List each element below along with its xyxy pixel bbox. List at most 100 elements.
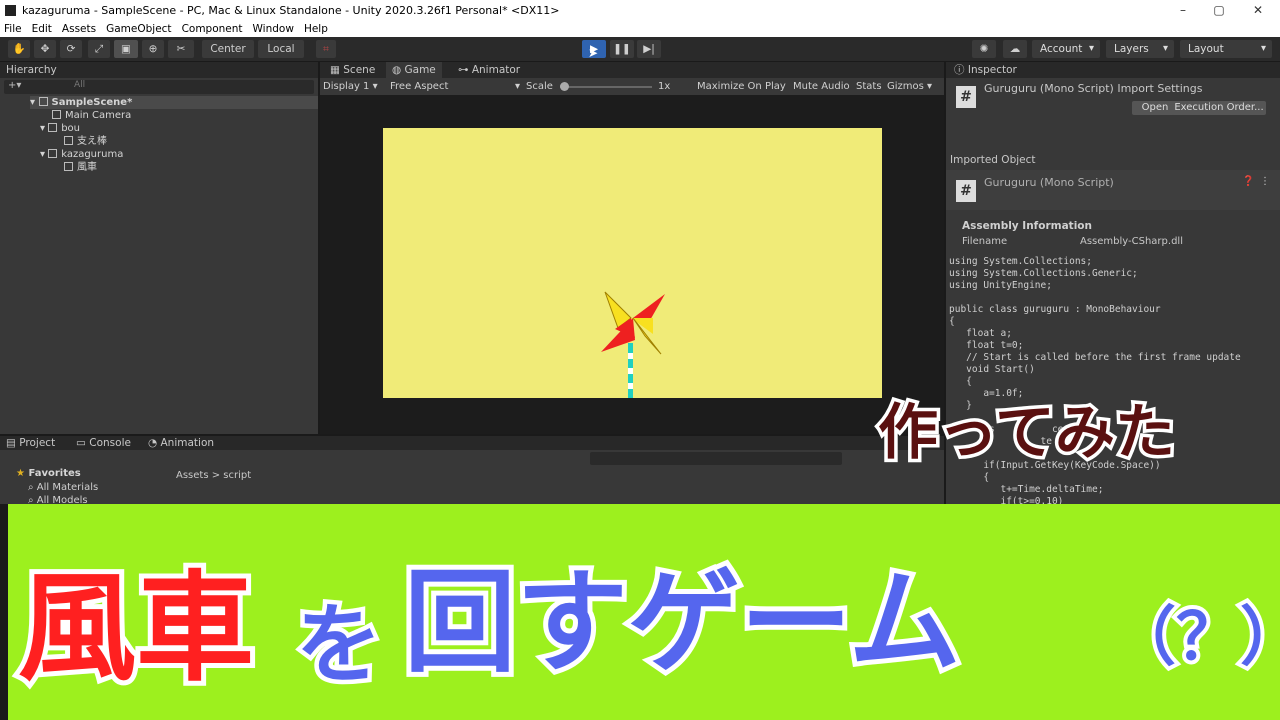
grid-snap-icon[interactable]: ⌗ [316, 40, 336, 58]
rotate-tool-icon[interactable]: ⟳ [60, 40, 82, 58]
view-tabs: ▦ Scene ◍ Game ⊶ Animator [320, 62, 944, 78]
tab-scene[interactable]: ▦ Scene [324, 62, 381, 78]
caption-wo: を [292, 591, 387, 700]
transform-tool-icon[interactable]: ⊕ [142, 40, 164, 58]
gizmos-dropdown[interactable]: Gizmos ▾ [887, 78, 932, 95]
maximize-on-play-toggle[interactable]: Maximize On Play [697, 78, 786, 95]
menu-window[interactable]: Window [253, 23, 294, 35]
hierarchy-item-bou[interactable]: ▾ bou [40, 122, 80, 135]
gizmos-label: Gizmos [887, 81, 924, 92]
code-line: void Start() [949, 364, 1035, 375]
hierarchy-title: Hierarchy [6, 64, 57, 76]
custom-tool-icon[interactable]: ✂ [168, 40, 194, 58]
title-banner: 風車 を 回すゲーム （？） [8, 504, 1280, 720]
import-settings-title: Guruguru (Mono Script) Import Settings [984, 82, 1203, 95]
code-line: { [949, 316, 955, 327]
menu-bar: File Edit Assets GameObject Component Wi… [0, 20, 1280, 37]
account-dropdown[interactable]: Account [1032, 40, 1100, 58]
code-line: { [949, 472, 990, 483]
tab-game[interactable]: ◍ Game [386, 62, 442, 78]
gameobject-icon [64, 136, 73, 145]
menu-help[interactable]: Help [304, 23, 328, 35]
scene-icon [38, 97, 48, 106]
rect-tool-icon[interactable]: ▣ [114, 40, 138, 58]
tab-console[interactable]: ▭ Console [76, 436, 131, 450]
favorites-label[interactable]: ★ Favorites [16, 468, 81, 479]
item-label: Main Camera [65, 110, 132, 121]
display-label: Display 1 [323, 81, 370, 92]
tab-animator-label: Animator [471, 64, 521, 76]
hierarchy-search-input[interactable]: All [74, 80, 85, 90]
scale-tool-icon[interactable]: ⤢ [88, 40, 110, 58]
tab-project[interactable]: ▤ Project [6, 436, 55, 450]
hierarchy-item-sasaebou[interactable]: 支え棒 [64, 135, 107, 148]
move-tool-icon[interactable]: ✥ [34, 40, 56, 58]
code-line: using System.Collections; [949, 256, 1092, 267]
menu-file[interactable]: File [4, 23, 22, 35]
cloud-icon[interactable]: ☁ [1003, 40, 1027, 58]
caption-fuusha: 風車 [13, 554, 259, 702]
hierarchy-item-kazaguruma[interactable]: ▾ kazaguruma [40, 148, 123, 161]
maximize-button[interactable]: ▢ [1199, 0, 1239, 20]
game-toolbar: Display 1 ▾ Free Aspect ▾ Scale 1x Maximi… [320, 78, 944, 95]
tab-scene-label: Scene [343, 64, 376, 76]
mouse-cursor-icon: ➤ [588, 46, 599, 60]
scale-slider[interactable] [560, 82, 652, 91]
stats-toggle[interactable]: Stats [856, 78, 882, 95]
scale-slider-handle[interactable] [560, 82, 569, 91]
menu-assets[interactable]: Assets [62, 23, 96, 35]
account-label: Account [1040, 43, 1083, 55]
code-line: t+=Time.deltaTime; [949, 484, 1104, 495]
add-icon[interactable]: +▾ [8, 80, 21, 91]
hierarchy-item-fuusha[interactable]: 風車 [64, 161, 97, 174]
code-line: using UnityEngine; [949, 280, 1052, 291]
gameobject-icon [52, 110, 61, 119]
collab-icon[interactable]: ✺ [972, 40, 996, 58]
all-materials-label: All Materials [36, 482, 99, 493]
help-icon[interactable]: ❓ [1242, 176, 1254, 187]
layout-label: Layout [1188, 43, 1224, 55]
more-options-icon[interactable]: ⋮ [1260, 176, 1270, 187]
tab-project-label: Project [19, 437, 56, 449]
tab-animator[interactable]: ⊶ Animator [452, 62, 526, 78]
imported-object-label: Imported Object [950, 154, 1036, 166]
tab-animation[interactable]: ◔ Animation [148, 436, 214, 450]
pivot-center-button[interactable]: Center [202, 40, 254, 58]
hierarchy-panel: Hierarchy +▾ All ▾ SampleScene* Main Cam… [0, 62, 318, 434]
breadcrumb-root[interactable]: Assets [176, 470, 209, 481]
all-materials-item[interactable]: ⌕ All Materials [28, 482, 98, 493]
game-viewport[interactable] [383, 128, 882, 398]
aspect-dropdown[interactable]: Free Aspect ▾ [390, 78, 520, 95]
local-label: Local [267, 43, 295, 55]
hierarchy-search[interactable]: +▾ All [4, 80, 314, 94]
menu-edit[interactable]: Edit [32, 23, 52, 35]
close-button[interactable]: ✕ [1238, 0, 1278, 20]
assembly-info-heading: Assembly Information [962, 220, 1092, 232]
menu-gameobject[interactable]: GameObject [106, 23, 171, 35]
code-line: float t=0; [949, 340, 1024, 351]
menu-component[interactable]: Component [182, 23, 243, 35]
layout-dropdown[interactable]: Layout [1180, 40, 1272, 58]
caption-mawasu-game: 回すゲーム [399, 553, 966, 693]
minimize-button[interactable]: – [1163, 0, 1203, 20]
scale-value: 1x [658, 81, 671, 92]
imported-object-header: # Guruguru (Mono Script) ❓ ⋮ [946, 170, 1280, 210]
pivot-local-button[interactable]: Local [258, 40, 304, 58]
gameobject-icon [48, 149, 58, 158]
pinwheel-graphic [601, 291, 665, 398]
scene-root-item[interactable]: ▾ SampleScene* [30, 96, 318, 109]
hand-tool-icon[interactable]: ✋ [8, 40, 30, 58]
display-dropdown[interactable]: Display 1 ▾ [323, 78, 378, 95]
hierarchy-item-main-camera[interactable]: Main Camera [52, 109, 131, 122]
breadcrumb-leaf[interactable]: script [223, 470, 251, 481]
mute-audio-toggle[interactable]: Mute Audio [793, 78, 850, 95]
item-label: bou [61, 123, 81, 134]
scale-label: Scale [526, 81, 553, 92]
pause-button[interactable]: ❚❚ [610, 40, 634, 58]
filename-value: Assembly-CSharp.dll [1080, 236, 1183, 247]
scene-label: SampleScene* [51, 97, 133, 108]
layers-dropdown[interactable]: Layers [1106, 40, 1174, 58]
project-search-input[interactable] [590, 452, 842, 465]
execution-order-button[interactable]: Execution Order... [1172, 101, 1266, 115]
step-button[interactable]: ▶| [637, 40, 661, 58]
